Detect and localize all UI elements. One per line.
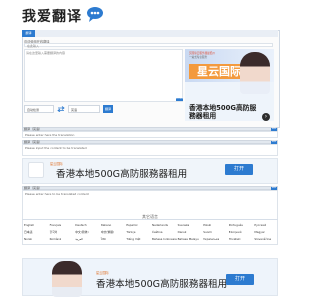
language-link[interactable]: Tiếng Việt (126, 237, 140, 241)
language-link[interactable]: English (24, 223, 34, 227)
language-link[interactable]: Nederlands (152, 223, 168, 227)
language-link[interactable]: Bahasa Melayu (178, 237, 199, 241)
language-link[interactable]: 中文(繁體) (101, 230, 114, 234)
language-link[interactable]: Русский (254, 223, 266, 227)
language-link[interactable]: Svenska (178, 223, 190, 227)
side-ad-arrow-icon[interactable]: › (262, 113, 270, 121)
language-link[interactable]: Deutsch (75, 223, 87, 227)
language-link[interactable]: Українська (203, 237, 219, 241)
logo-bubble-icon (87, 7, 103, 22)
side-ad-photo (240, 52, 270, 94)
language-link[interactable]: ไทย (101, 237, 106, 242)
language-link[interactable]: Türkçe (126, 230, 135, 234)
language-link[interactable]: Polski (203, 223, 211, 227)
site-logo-text[interactable]: 我爱翻译 (22, 6, 82, 26)
language-link[interactable]: Español (126, 223, 137, 227)
language-link[interactable]: Română (50, 237, 61, 241)
language-link[interactable]: 한국어 (50, 230, 58, 234)
tab-bar (22, 30, 278, 37)
language-link[interactable]: Suomi (203, 230, 212, 234)
from-language-select[interactable]: 自动检测 (24, 105, 54, 113)
tab-translate[interactable]: 翻译 (22, 30, 35, 37)
language-row: 自动检测 英语 翻译 (24, 105, 184, 113)
result-placeholder: Please enter here the translation (25, 133, 75, 137)
side-ad-headline: 香港本地500G高防服務器租用 (189, 104, 257, 120)
to-language-select[interactable]: 英语 (68, 105, 100, 113)
language-link[interactable]: 日本語 (24, 230, 32, 234)
source-placeholder: 请在这里输入需要翻译的内容 (26, 51, 66, 55)
language-link[interactable]: Dansk (178, 230, 187, 234)
result-placeholder: Please input the content to be translate… (25, 146, 87, 150)
language-link[interactable]: Slovenščina (254, 237, 271, 241)
result-placeholder: Please enter here to be translated conte… (25, 192, 89, 196)
banner-title: 香港本地500G高防服務器租用 (56, 169, 188, 180)
languages-grid: English Français Deutsch Italiano Español Ned… (22, 219, 278, 256)
language-link[interactable]: Norsk (24, 237, 32, 241)
top-input[interactable]: 在此输入 (24, 43, 273, 48)
language-link[interactable]: العربية (75, 237, 83, 241)
char-counter: 0/1000 (176, 98, 184, 101)
banner-logo-icon (28, 162, 44, 178)
source-textarea[interactable] (24, 49, 183, 102)
footer-ad-title: 香港本地500G高防服務器租用 (96, 279, 228, 290)
side-ad-line2: 一站式专业服务 (189, 56, 208, 59)
language-link[interactable]: Français (50, 223, 62, 227)
language-link[interactable]: Italiano (101, 223, 111, 227)
language-link[interactable]: Magyar (254, 230, 264, 234)
language-link[interactable]: Čeština (152, 230, 163, 234)
language-link[interactable]: Ελληνικά (229, 230, 242, 234)
language-link[interactable]: Português (229, 223, 243, 227)
language-link[interactable]: Hrvatski (229, 237, 241, 241)
language-link[interactable]: Bahasa Indonesia (152, 237, 177, 241)
footer-open-button[interactable]: 打开 (226, 274, 254, 285)
language-link[interactable]: 中文(简体) (75, 230, 88, 234)
swap-icon[interactable] (57, 106, 65, 112)
banner-open-button[interactable]: 打开 (225, 164, 253, 175)
translate-button[interactable]: 翻译 (103, 105, 113, 113)
footer-ad-photo (52, 261, 82, 297)
footer-ad-brand: 星云国际 (96, 271, 109, 275)
